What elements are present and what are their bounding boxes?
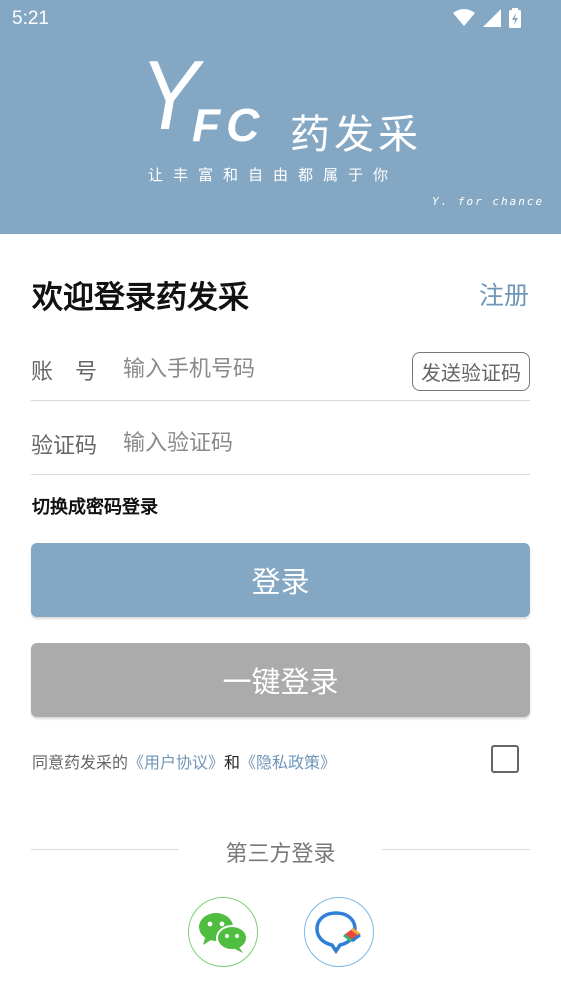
- chat-login-button[interactable]: [304, 897, 374, 967]
- wechat-icon: [199, 913, 248, 953]
- register-link[interactable]: 注册: [479, 276, 529, 312]
- logo-name: 药发采: [290, 112, 422, 158]
- header-banner: 5:21 Y FC 药发采 让丰富和自由都属于你 Y. for chance: [0, 0, 561, 234]
- privacy-policy-link[interactable]: 《隐私政策》: [240, 753, 336, 772]
- divider-right: [382, 849, 530, 850]
- account-row: 账 号 发送验证码: [31, 340, 530, 401]
- agreement-text: 同意药发采的《用户协议》和《隐私政策》: [32, 749, 336, 773]
- tagline: Y. for chance: [432, 195, 545, 208]
- onekey-login-button[interactable]: 一键登录: [31, 643, 530, 717]
- agreement-prefix: 同意药发采的: [32, 753, 129, 772]
- page-title: 欢迎登录药发采: [32, 280, 249, 316]
- phone-input[interactable]: [121, 348, 395, 390]
- battery-icon: [509, 8, 521, 28]
- slogan: 让丰富和自由都属于你: [148, 166, 399, 184]
- logo-y: Y: [140, 40, 199, 150]
- switch-password-login[interactable]: 切换成密码登录: [32, 493, 158, 519]
- login-button[interactable]: 登录: [31, 543, 530, 617]
- chat-bubble-icon: [315, 911, 361, 955]
- app-logo: Y FC 药发采: [140, 46, 440, 172]
- logo-fc: FC: [192, 99, 266, 151]
- wifi-icon: [453, 9, 475, 26]
- third-party-title: 第三方登录: [225, 842, 336, 867]
- status-time: 5:21: [12, 8, 49, 29]
- send-code-button[interactable]: 发送验证码: [412, 352, 530, 391]
- code-row: 验证码: [31, 414, 530, 475]
- agreement-and: 和: [224, 753, 241, 772]
- wechat-login-button[interactable]: [188, 897, 258, 967]
- agreement-checkbox[interactable]: [491, 745, 519, 773]
- signal-icon: [483, 9, 501, 27]
- account-label: 账 号: [31, 360, 98, 385]
- code-input[interactable]: [121, 422, 395, 464]
- status-bar: 5:21: [0, 0, 561, 38]
- code-label: 验证码: [31, 434, 98, 459]
- status-icons: [453, 8, 521, 28]
- user-agreement-link[interactable]: 《用户协议》: [128, 753, 224, 772]
